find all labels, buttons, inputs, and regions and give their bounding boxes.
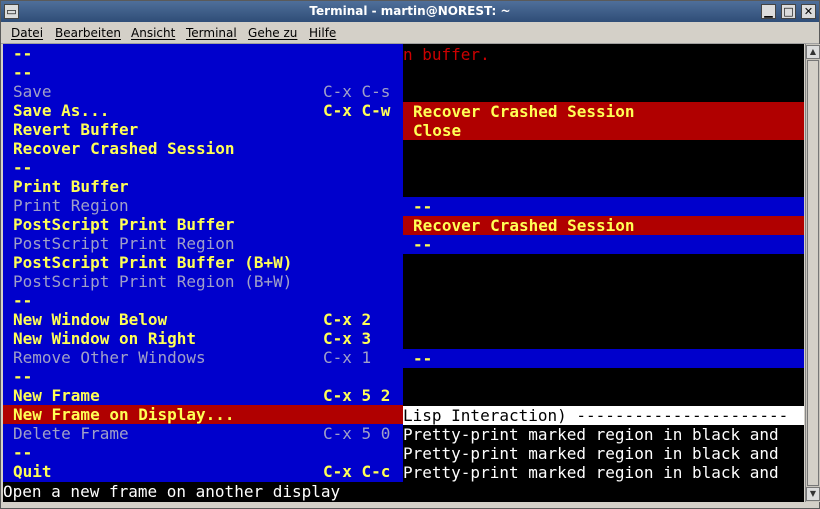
menu-item-postscript-print-buffer[interactable]: PostScript Print Buffer	[3, 215, 403, 234]
menu-ansicht[interactable]: Ansicht	[131, 26, 175, 40]
bg-menu-separator: --	[403, 235, 804, 254]
menu-separator: --	[3, 44, 403, 63]
menu-item-label: --	[13, 158, 33, 177]
menu-datei[interactable]: Datei	[11, 26, 43, 40]
menu-item-shortcut: C-x 1	[323, 348, 372, 367]
menu-hilfe[interactable]: Hilfe	[309, 26, 336, 40]
menu-gehe-zu[interactable]: Gehe zu	[248, 26, 297, 40]
menu-item-new-window-below[interactable]: New Window Below C-x 2	[3, 310, 403, 329]
menu-terminal[interactable]: Terminal	[186, 26, 237, 40]
bg-menu-separator: --	[403, 197, 804, 216]
menu-item-label: PostScript Print Region	[13, 234, 235, 253]
echo-area: Open a new frame on another display	[3, 482, 804, 502]
help-line: Pretty-print marked region in black and	[403, 425, 779, 444]
mode-line: Lisp Interaction) ----------------------	[403, 406, 804, 425]
menu-item-label: Remove Other Windows	[13, 348, 206, 367]
file-menu-panel: -- -- Save C-x C-s Save As... C-x C-w Revert B…	[3, 44, 403, 482]
menu-item-save[interactable]: Save C-x C-s	[3, 82, 403, 101]
menu-separator: --	[3, 63, 403, 82]
menu-item-print-region[interactable]: Print Region	[3, 196, 403, 215]
menu-item-label: Print Buffer	[13, 177, 129, 196]
menu-item-label: --	[13, 291, 33, 310]
menu-item-shortcut: C-x C-c	[323, 462, 391, 481]
maximize-button[interactable]: □	[781, 4, 796, 19]
menu-separator: --	[3, 291, 403, 310]
menu-item-print-buffer[interactable]: Print Buffer	[3, 177, 403, 196]
minimize-button[interactable]: ▁	[761, 4, 776, 19]
menu-item-label: --	[13, 367, 33, 386]
menu-item-remove-other-windows[interactable]: Remove Other Windows C-x 1	[3, 348, 403, 367]
menu-item-shortcut: C-x 2	[323, 310, 372, 329]
bg-menu-item-close: Close	[403, 121, 804, 140]
scrollbar-thumb[interactable]	[807, 60, 819, 486]
terminal-window: ▭ Terminal - martin@NOREST: ~ ▁ □ ✕ Date…	[0, 0, 820, 509]
terminal-area[interactable]: n buffer. Recover Crashed Session Close …	[3, 44, 804, 502]
bg-menu-item-recover-2: Recover Crashed Session	[403, 216, 804, 235]
menu-item-label: PostScript Print Region (B+W)	[13, 272, 293, 291]
bg-menu-separator: --	[403, 349, 804, 368]
menu-item-revert-buffer[interactable]: Revert Buffer	[3, 120, 403, 139]
menu-item-label: New Frame	[13, 386, 100, 405]
menu-item-recover-crashed-session[interactable]: Recover Crashed Session	[3, 139, 403, 158]
menu-item-new-frame-on-display[interactable]: New Frame on Display...	[3, 405, 403, 424]
menu-item-label: PostScript Print Buffer	[13, 215, 235, 234]
menu-item-new-window-on-right[interactable]: New Window on Right C-x 3	[3, 329, 403, 348]
echo-text: Open a new frame on another display	[3, 482, 341, 501]
title-bar[interactable]: ▭ Terminal - martin@NOREST: ~ ▁ □ ✕	[1, 1, 819, 22]
menu-item-shortcut: C-x 3	[323, 329, 372, 348]
menu-bearbeiten[interactable]: Bearbeiten	[55, 26, 121, 40]
menu-item-label: Delete Frame	[13, 424, 129, 443]
help-line: Pretty-print marked region in black and	[403, 463, 779, 482]
menu-item-label: PostScript Print Buffer (B+W)	[13, 253, 293, 272]
menu-item-label: Quit	[13, 462, 52, 481]
bg-menu-item-recover: Recover Crashed Session	[403, 102, 804, 121]
menu-item-postscript-print-buffer-b-w[interactable]: PostScript Print Buffer (B+W)	[3, 253, 403, 272]
scroll-down-arrow-icon[interactable]: ▼	[806, 487, 820, 501]
menu-item-delete-frame[interactable]: Delete Frame C-x 5 0	[3, 424, 403, 443]
menu-item-label: Save As...	[13, 101, 110, 120]
menu-item-postscript-print-region[interactable]: PostScript Print Region	[3, 234, 403, 253]
menu-item-label: New Window Below	[13, 310, 168, 329]
menu-item-new-frame[interactable]: New Frame C-x 5 2	[3, 386, 403, 405]
menu-item-postscript-print-region-b-w[interactable]: PostScript Print Region (B+W)	[3, 272, 403, 291]
menu-item-label: Recover Crashed Session	[13, 139, 235, 158]
menu-separator: --	[3, 158, 403, 177]
menu-separator: --	[3, 367, 403, 386]
window-title: Terminal - martin@NOREST: ~	[309, 4, 511, 18]
scrollbar[interactable]: ▲ ▼	[805, 44, 820, 502]
menu-item-quit[interactable]: Quit C-x C-c	[3, 462, 403, 481]
menu-bar: Datei Bearbeiten Ansicht Terminal Gehe z…	[1, 22, 819, 44]
close-button[interactable]: ✕	[801, 4, 816, 19]
menu-item-shortcut: C-x C-w	[323, 101, 391, 120]
menu-item-shortcut: C-x 5 2	[323, 386, 391, 405]
menu-separator: --	[3, 443, 403, 462]
menu-item-save-as[interactable]: Save As... C-x C-w	[3, 101, 403, 120]
menu-item-label: Print Region	[13, 196, 129, 215]
menu-item-label: --	[13, 44, 33, 63]
scroll-up-arrow-icon[interactable]: ▲	[806, 45, 820, 59]
menu-item-label: --	[13, 443, 33, 462]
menu-item-label: New Window on Right	[13, 329, 197, 348]
menu-item-label: Revert Buffer	[13, 120, 139, 139]
menu-item-label: New Frame on Display...	[13, 405, 235, 424]
menu-item-shortcut: C-x C-s	[323, 82, 391, 101]
menu-item-label: --	[13, 63, 33, 82]
menu-item-label: Save	[13, 82, 52, 101]
help-line: Pretty-print marked region in black and	[403, 444, 779, 463]
menu-item-shortcut: C-x 5 0	[323, 424, 391, 443]
